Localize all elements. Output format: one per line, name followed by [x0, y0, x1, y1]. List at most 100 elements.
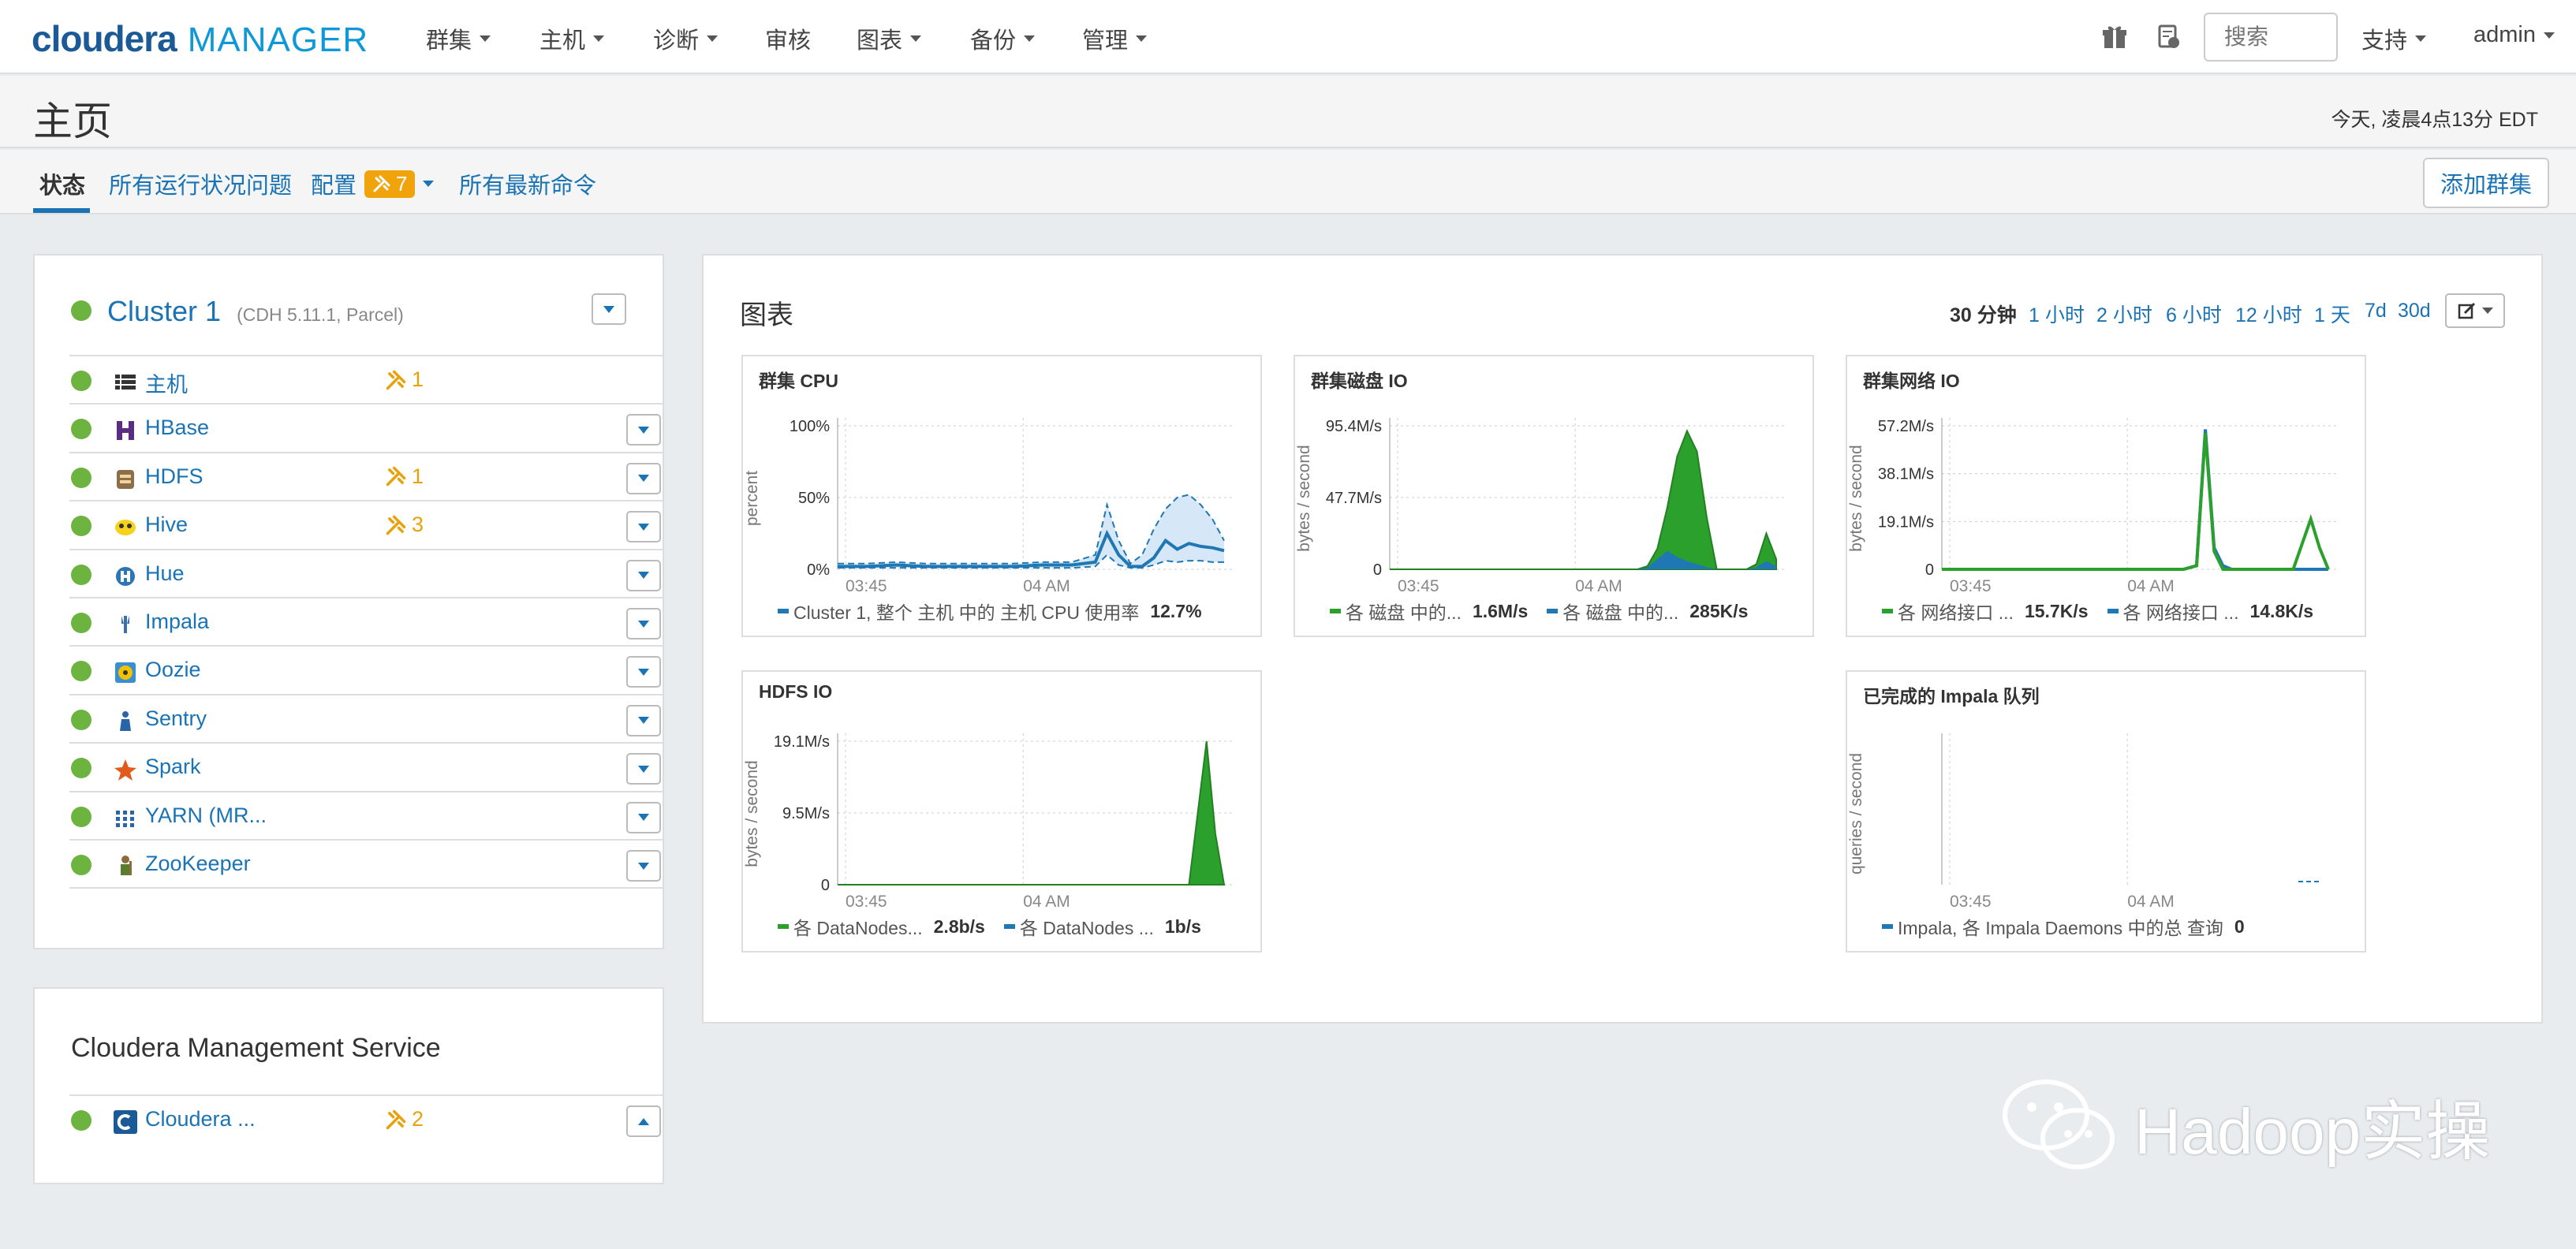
service-actions-dropdown[interactable]: [626, 608, 661, 639]
cluster-actions-dropdown[interactable]: [592, 293, 626, 325]
service-link[interactable]: Oozie: [145, 658, 201, 682]
chart-cluster-disk-io[interactable]: 群集磁盘 IO bytes / second 95.4M/s 47.7M/s 0 03:…: [1294, 355, 1814, 637]
legend-value: 1b/s: [1164, 915, 1201, 937]
chart-cluster-network-io[interactable]: 群集网络 IO bytes / second 57.2M/s 38.1M/s 19.1…: [1846, 355, 2366, 637]
service-link[interactable]: HBase: [145, 416, 209, 440]
time-range-option[interactable]: 12 小时: [2235, 300, 2302, 328]
warning-count: 3: [412, 513, 424, 537]
chart-hdfs-io[interactable]: HDFS IO bytes / second 19.1M/s 9.5M/s 0 03:4…: [741, 670, 1262, 953]
nav-admin[interactable]: 管理: [1082, 22, 1148, 55]
running-commands-icon[interactable]: [2155, 24, 2182, 50]
chevron-down-icon: [2544, 32, 2555, 39]
service-actions-dropdown[interactable]: [626, 414, 661, 446]
service-actions-dropdown[interactable]: [626, 801, 661, 833]
cms-service-link[interactable]: Cloudera ...: [145, 1107, 256, 1132]
service-config-warning[interactable]: 3: [385, 513, 424, 537]
nav-diagnostics[interactable]: 诊断: [653, 22, 719, 55]
service-config-warning[interactable]: 1: [385, 464, 424, 489]
chevron-down-icon: [2415, 35, 2427, 42]
nav-hosts[interactable]: 主机: [539, 22, 605, 55]
chart-impala-queries[interactable]: 已完成的 Impala 队列 queries / second 03:45 04 A…: [1846, 670, 2366, 953]
nav-charts[interactable]: 图表: [857, 22, 922, 55]
cloudera-service-icon: [114, 1110, 137, 1134]
time-range-option[interactable]: 30d: [2398, 300, 2431, 323]
chart-edit-button[interactable]: [2445, 293, 2505, 328]
service-row-sentry: Sentry: [69, 693, 663, 744]
legend-swatch: [1882, 609, 1893, 613]
x-tick-label: 03:45: [1398, 577, 1439, 595]
service-config-warning[interactable]: 1: [385, 367, 424, 392]
legend-swatch: [1330, 609, 1341, 613]
time-range-option[interactable]: 6 小时: [2166, 300, 2222, 328]
service-link[interactable]: Sentry: [145, 707, 207, 731]
tab-configuration-label: 配置: [311, 173, 357, 199]
cms-config-warning[interactable]: 2: [385, 1107, 424, 1132]
time-range-option[interactable]: 1 小时: [2029, 300, 2085, 328]
legend-swatch: [2107, 609, 2119, 613]
tab-bar: 状态 所有运行状况问题 配置 7 所有最新命令 添加群集: [0, 150, 2576, 214]
service-link[interactable]: YARN (MR...: [145, 803, 267, 828]
nav-audits[interactable]: 审核: [765, 22, 811, 55]
y-tick-label: 100%: [790, 418, 830, 435]
sentry-icon: [120, 710, 131, 731]
chart-cluster-cpu[interactable]: 群集 CPU percent 100% 50% 0% 03:45 04 AM Cluste…: [741, 355, 1262, 637]
chevron-down-icon: [638, 717, 649, 725]
service-actions-dropdown[interactable]: [626, 511, 661, 543]
service-link[interactable]: 主机: [145, 367, 188, 398]
add-cluster-button[interactable]: 添加群集: [2423, 158, 2549, 208]
time-range-option[interactable]: 7d: [2365, 300, 2387, 323]
service-row-zookeeper: ZooKeeper: [69, 839, 663, 889]
wrench-screwdriver-icon: [386, 515, 406, 535]
hue-icon: [116, 566, 135, 586]
y-axis-label: bytes / second: [1847, 445, 1865, 551]
time-range-option[interactable]: 2 小时: [2096, 300, 2152, 328]
service-link[interactable]: Hive: [145, 513, 188, 537]
cluster-name-link[interactable]: Cluster 1: [107, 295, 221, 328]
service-actions-dropdown[interactable]: [626, 850, 661, 882]
nav-backup-label: 备份: [970, 28, 1017, 54]
tab-status[interactable]: 状态: [39, 167, 85, 200]
chart-legend: 各 磁盘 中的... 1.6M/s 各 磁盘 中的... 285K/s: [1330, 598, 1762, 624]
cloudera-logo[interactable]: cloudera MANAGER: [32, 17, 368, 59]
service-link[interactable]: HDFS: [145, 464, 203, 489]
service-link[interactable]: Impala: [145, 610, 209, 634]
nav-user-menu[interactable]: admin: [2473, 22, 2555, 48]
chart-legend: 各 网络接口 ... 15.7K/s 各 网络接口 ... 14.8K/s: [1882, 598, 2328, 624]
legend-label: Cluster 1, 整个 主机 中的 主机 CPU 使用率: [793, 602, 1140, 623]
service-status-dot: [71, 855, 91, 875]
nav-clusters[interactable]: 群集: [426, 22, 491, 55]
service-row-hive: Hive 3: [69, 500, 663, 550]
cluster-panel: Cluster 1 (CDH 5.11.1, Parcel) 主机 1 HBase H…: [33, 254, 664, 949]
chevron-down-icon: [480, 35, 491, 42]
service-actions-dropdown[interactable]: [626, 656, 661, 688]
gift-icon[interactable]: [2101, 24, 2128, 50]
service-actions-dropdown[interactable]: [626, 753, 661, 785]
service-link[interactable]: Spark: [145, 755, 201, 779]
time-range-option[interactable]: 30 分钟: [1950, 300, 2017, 328]
service-link[interactable]: ZooKeeper: [145, 852, 251, 876]
service-actions-dropdown[interactable]: [626, 704, 661, 736]
service-actions-dropdown[interactable]: [626, 559, 661, 591]
service-row-impala: Impala: [69, 597, 663, 647]
tab-configuration[interactable]: 配置 7: [311, 167, 435, 200]
legend-label: 各 磁盘 中的...: [1346, 602, 1462, 623]
legend-swatch: [778, 924, 789, 929]
search-input[interactable]: [2204, 13, 2338, 62]
x-tick-label: 03:45: [846, 893, 887, 911]
y-tick-label: 19.1M/s: [774, 733, 830, 751]
hive-icon: [115, 520, 136, 536]
wrench-screwdriver-icon: [373, 175, 390, 192]
x-tick-label: 03:45: [1950, 577, 1992, 595]
chart-legend: Cluster 1, 整个 主机 中的 主机 CPU 使用率 12.7%: [778, 598, 1216, 624]
chevron-down-icon: [638, 765, 649, 773]
tab-recent-commands[interactable]: 所有最新命令: [459, 167, 596, 200]
tab-health-issues[interactable]: 所有运行状况问题: [109, 167, 292, 200]
nav-support[interactable]: 支持: [2361, 22, 2427, 55]
legend-value: 14.8K/s: [2249, 600, 2314, 621]
service-actions-dropdown[interactable]: [626, 462, 661, 494]
nav-backup[interactable]: 备份: [970, 22, 1036, 55]
time-range-option[interactable]: 1 天: [2314, 300, 2350, 328]
service-link[interactable]: Hue: [145, 561, 185, 586]
service-status-dot: [71, 613, 91, 633]
cms-actions-dropdown[interactable]: [626, 1105, 661, 1137]
